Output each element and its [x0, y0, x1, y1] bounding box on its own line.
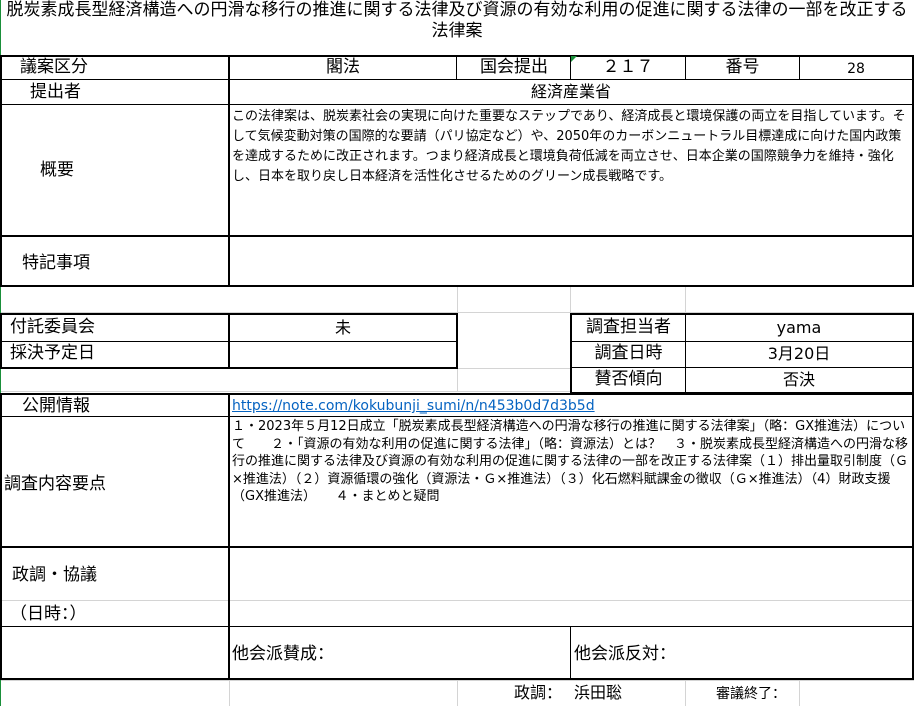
border: [0, 55, 2, 287]
other-support-label: 他会派賛成：: [232, 644, 334, 664]
stance-value: 否決: [782, 370, 815, 389]
border: [570, 367, 914, 368]
border: [0, 55, 914, 57]
investigation-date-label: 調査日時: [594, 343, 663, 363]
border: [228, 393, 230, 680]
border: [570, 313, 914, 315]
overview-text: この法律案は、脱炭素社会の実現に向けた重要なステップであり、経済成長と環境保護の…: [232, 109, 906, 184]
public-info-label: 公開情報: [22, 396, 90, 416]
border: [0, 416, 914, 417]
other-oppose-label: 他会派反対：: [574, 644, 676, 664]
border: [570, 341, 914, 342]
gridline: [0, 600, 229, 601]
investigator-label: 調査担当者: [586, 317, 671, 337]
datetime-label: （日時：）: [10, 604, 87, 624]
bill-category-value: 閣法: [326, 57, 360, 77]
policy-research-value: 浜田聡: [574, 683, 623, 702]
gridline: [0, 391, 570, 392]
border: [0, 393, 914, 395]
diet-session-value: ２１７: [602, 57, 654, 77]
border: [0, 79, 914, 80]
overview-label: 概要: [40, 160, 74, 180]
stance-label: 賛否傾向: [594, 369, 663, 389]
bill-sheet: 脱炭素成長型経済構造への円滑な移行の推進に関する法律及び資源の有効な利用の促進に…: [0, 0, 914, 706]
gridline: [457, 287, 458, 312]
gridline: [229, 681, 230, 706]
border: [0, 313, 2, 369]
public-info-link[interactable]: https://note.com/kokubunji_sumi/n/n453b0…: [232, 399, 595, 413]
diet-session-label: 国会提出: [480, 57, 548, 77]
investigation-points-label: 調査内容要点: [4, 474, 106, 494]
deliberation-end-label: 審議終了：: [716, 686, 786, 702]
investigation-date-value: 3月20日: [767, 344, 831, 363]
number-label: 番号: [725, 57, 760, 77]
number-value: 28: [847, 61, 865, 77]
policy-label: 政調・協議: [12, 565, 97, 585]
border: [0, 104, 914, 105]
gridline: [457, 681, 458, 706]
gridline: [685, 681, 686, 706]
gridline: [229, 600, 914, 601]
submitter-value: 経済産業省: [530, 82, 611, 101]
gridline: [457, 369, 458, 391]
investigation-points-text: １・2023年５月12日成立「脱炭素成長型経済構造への円滑な移行の推進に関する法…: [232, 419, 909, 504]
bill-category-label: 議案区分: [20, 57, 88, 77]
vote-date-label: 採決予定日: [10, 343, 95, 363]
border: [0, 285, 914, 287]
policy-research-label: 政調：: [514, 683, 563, 702]
bill-title: 脱炭素成長型経済構造への円滑な移行の推進に関する法律及び資源の有効な利用の促進に…: [6, 0, 908, 41]
investigator-value: yama: [776, 318, 822, 337]
border: [0, 678, 914, 680]
gridline: [570, 287, 571, 312]
gridline: [799, 681, 800, 706]
border: [0, 546, 914, 548]
gridline: [685, 287, 686, 312]
committee-value: 未: [334, 318, 351, 337]
border: [456, 313, 458, 369]
special-notes-label: 特記事項: [22, 253, 90, 273]
border: [0, 235, 914, 237]
border: [570, 626, 571, 680]
submitter-label: 提出者: [30, 82, 81, 102]
border: [0, 393, 2, 680]
committee-label: 付託委員会: [10, 317, 95, 337]
border: [0, 626, 914, 627]
